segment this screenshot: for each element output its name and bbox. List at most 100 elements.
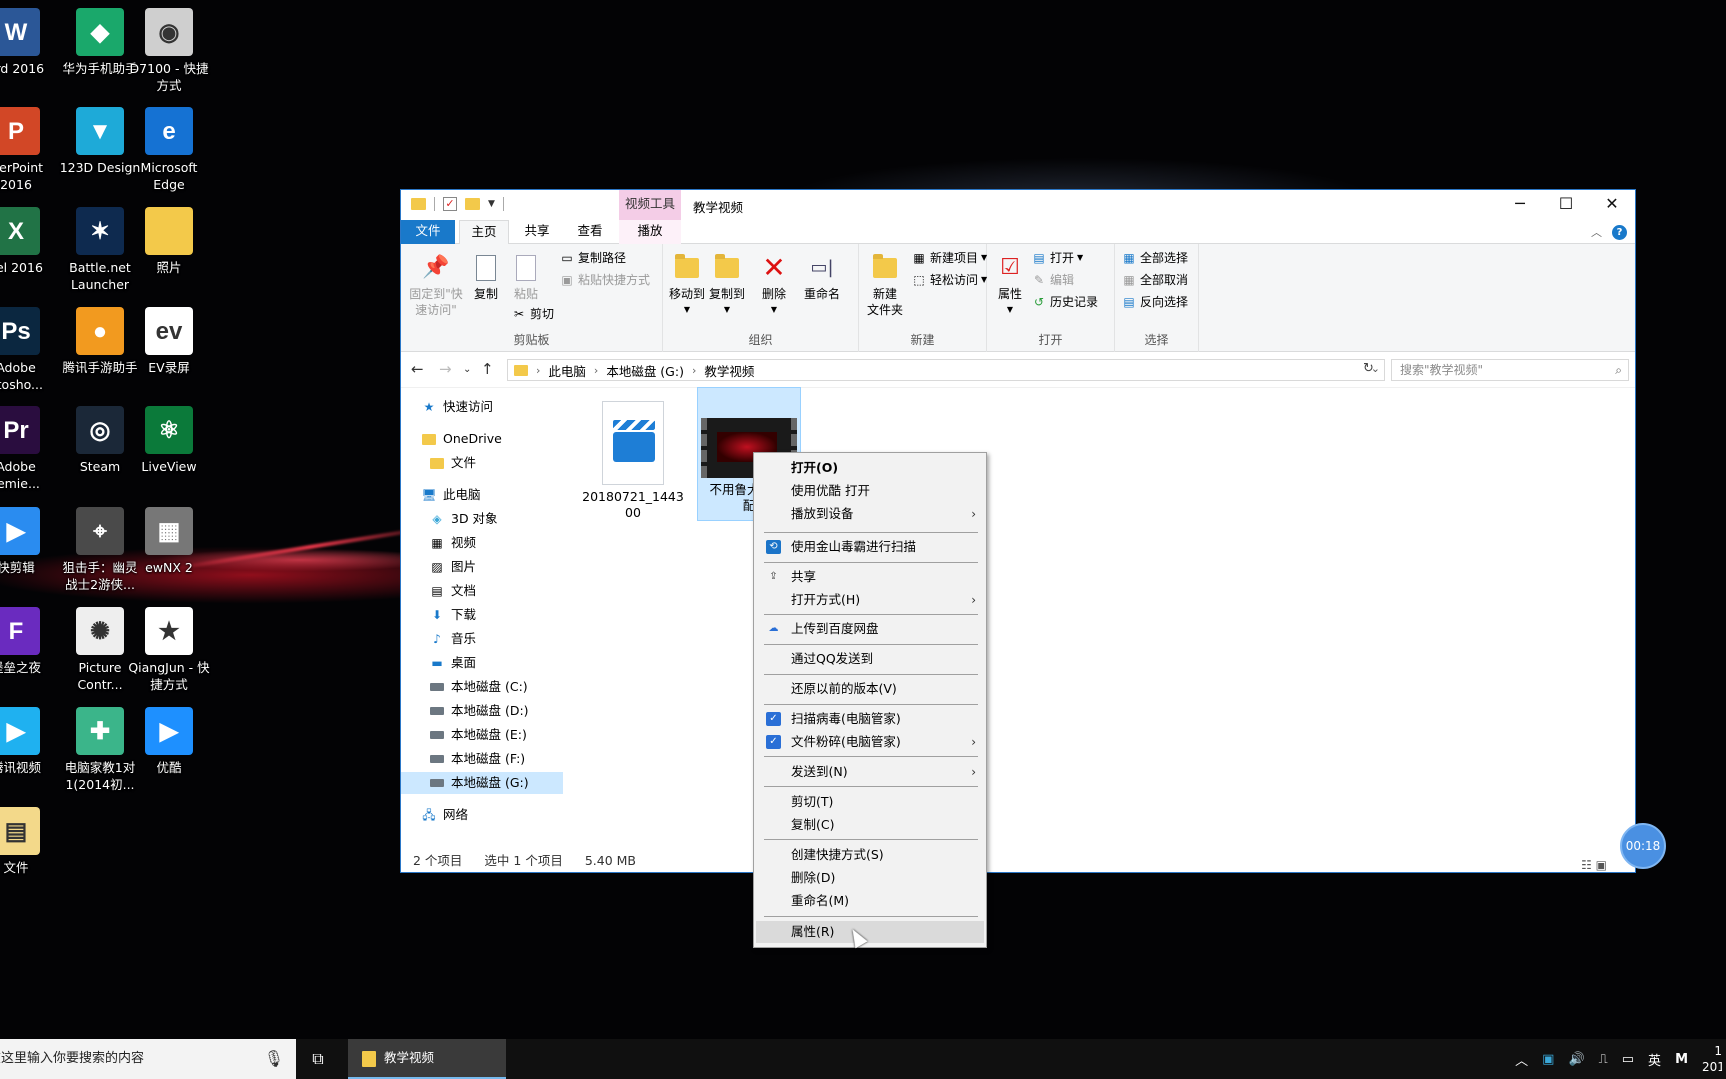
desktop-icon-documents-folder[interactable]: ▤ 文件	[0, 807, 58, 876]
taskbar-search-input[interactable]: 在这里输入你要搜索的内容 🎙	[0, 1039, 296, 1079]
menu-item-rename[interactable]: 重命名(M)	[756, 890, 984, 912]
up-arrow-icon[interactable]: ↑	[481, 360, 494, 378]
qat-dropdown-icon[interactable]: ▼	[488, 199, 495, 209]
desktop-icon-folder[interactable]: 照片	[127, 207, 211, 276]
nav-this-pc[interactable]: 🖥 此电脑	[421, 484, 480, 506]
nav-videos[interactable]: ▦ 视频	[429, 532, 476, 554]
action-center-icon[interactable]: ▭	[1622, 1052, 1634, 1067]
menu-item-cut[interactable]: 剪切(T)	[756, 791, 984, 813]
tab-view[interactable]: 查看	[567, 220, 613, 244]
nav-downloads[interactable]: ⬇ 下载	[429, 604, 476, 626]
breadcrumb-current[interactable]: 教学视频	[704, 361, 754, 380]
menu-item-baidu[interactable]: ☁ 上传到百度网盘	[756, 618, 984, 640]
nav-drive-d[interactable]: 本地磁盘 (D:)	[429, 700, 529, 722]
view-toggle-icons[interactable]: ☷ ▣	[1581, 854, 1607, 876]
minimize-button[interactable]: ─	[1497, 190, 1543, 220]
nav-drive-c[interactable]: 本地磁盘 (C:)	[429, 676, 528, 698]
desktop-icon-viewnx[interactable]: ▦ ewNX 2	[127, 507, 211, 576]
new-folder-icon[interactable]	[465, 198, 480, 210]
menu-item-open[interactable]: 打开(O)	[756, 457, 984, 479]
menu-item-open-youku[interactable]: 使用优酷 打开	[756, 480, 984, 502]
paste-button[interactable]: 粘贴	[509, 252, 543, 302]
address-bar[interactable]: › 此电脑 › 本地磁盘 (G:) › 教学视频 ⌄	[507, 359, 1385, 381]
microphone-icon[interactable]: 🎙	[264, 1039, 284, 1079]
properties-button[interactable]: ☑ 属性 ▼	[993, 252, 1027, 318]
menu-item-scan-virus[interactable]: ✓ 扫描病毒(电脑管家)	[756, 708, 984, 730]
desktop-icon-edge[interactable]: e Microsoft Edge	[127, 107, 211, 193]
cut-button[interactable]: ✂ 剪切	[511, 306, 554, 322]
nav-drive-e[interactable]: 本地磁盘 (E:)	[429, 724, 527, 746]
delete-button[interactable]: ✕ 删除 ▼	[757, 252, 791, 318]
tab-share[interactable]: 共享	[515, 220, 559, 244]
desktop-icon-youku[interactable]: ▶ 优酷	[127, 707, 211, 776]
volume-icon[interactable]: 🔊	[1568, 1052, 1584, 1067]
invert-selection-button[interactable]: ▤ 反向选择	[1121, 294, 1188, 310]
copy-button[interactable]: 复制	[469, 252, 503, 302]
menu-item-share[interactable]: ⇪ 共享	[756, 566, 984, 588]
menu-item-send-to[interactable]: 发送到(N) ›	[756, 761, 984, 783]
desktop-icon-ev-recorder[interactable]: ev EV录屏	[127, 307, 211, 376]
m-app-icon[interactable]: M	[1675, 1052, 1688, 1067]
select-all-button[interactable]: ▦ 全部选择	[1121, 250, 1188, 266]
recording-timer[interactable]: 00:18	[1620, 823, 1666, 869]
menu-item-shred[interactable]: ✓ 文件粉碎(电脑管家) ›	[756, 731, 984, 753]
nav-desktop[interactable]: ▬ 桌面	[429, 652, 476, 674]
properties-check-icon[interactable]: ✓	[443, 197, 457, 211]
edit-button[interactable]: ✎ 编辑	[1031, 272, 1074, 288]
select-none-button[interactable]: ▦ 全部取消	[1121, 272, 1188, 288]
file-item[interactable]: 20180721_144300	[581, 395, 685, 521]
move-to-button[interactable]: 移动到 ▼	[667, 252, 707, 318]
nav-drive-f[interactable]: 本地磁盘 (F:)	[429, 748, 525, 770]
maximize-button[interactable]: ☐	[1543, 190, 1589, 220]
desktop-icon-premiere[interactable]: Pr Adobe remie...	[0, 406, 58, 492]
back-arrow-icon[interactable]: ←	[411, 360, 424, 378]
easy-access-button[interactable]: ⬚ 轻松访问 ▼	[911, 272, 987, 288]
title-bar[interactable]: ✓ ▼ 视频工具 教学视频 ─ ☐ ✕	[401, 190, 1635, 220]
menu-item-restore[interactable]: 还原以前的版本(V)	[756, 678, 984, 700]
close-button[interactable]: ✕	[1589, 190, 1635, 220]
nav-onedrive-docs[interactable]: 文件	[429, 452, 476, 474]
clock[interactable]: 1 201	[1702, 1043, 1722, 1075]
tab-home[interactable]: 主页	[459, 220, 509, 245]
recent-locations-icon[interactable]: ⌄	[463, 364, 471, 375]
copy-to-button[interactable]: 复制到 ▼	[707, 252, 747, 318]
desktop-icon-kuaijianji[interactable]: ▶ 快剪辑	[0, 507, 58, 576]
menu-item-qq[interactable]: 通过QQ发送到	[756, 648, 984, 670]
menu-item-cast[interactable]: 播放到设备 ›	[756, 503, 984, 525]
ime-indicator[interactable]: 英	[1648, 1050, 1661, 1069]
tab-play[interactable]: 播放	[619, 220, 681, 244]
collapse-ribbon-icon[interactable]: ︿	[1591, 224, 1602, 240]
desktop-icon-liveview[interactable]: ⚛ LiveView	[127, 406, 211, 475]
desktop-icon-powerpoint[interactable]: PwerPoint 2016	[0, 107, 58, 193]
task-view-icon[interactable]: ⧉	[306, 1047, 330, 1071]
breadcrumb-this-pc[interactable]: 此电脑	[548, 361, 586, 380]
menu-item-create-shortcut[interactable]: 创建快捷方式(S)	[756, 844, 984, 866]
menu-item-open-with[interactable]: 打开方式(H) ›	[756, 589, 984, 611]
rename-button[interactable]: ▭| 重命名	[799, 252, 845, 302]
menu-item-copy[interactable]: 复制(C)	[756, 814, 984, 836]
desktop-icon-tencent-video[interactable]: ▶ 腾讯视频	[0, 707, 58, 776]
nav-3d-objects[interactable]: ◈ 3D 对象	[429, 508, 497, 530]
tray-app-icon[interactable]: ▣	[1542, 1052, 1554, 1067]
nav-quick-access[interactable]: ★ 快速访问	[421, 396, 493, 418]
refresh-icon[interactable]: ↻	[1363, 361, 1374, 376]
nav-onedrive[interactable]: OneDrive	[421, 428, 502, 450]
paste-shortcut-button[interactable]: ▣ 粘贴快捷方式	[559, 272, 650, 288]
network-icon[interactable]: ⎍	[1599, 1052, 1608, 1067]
copy-path-button[interactable]: ▭ 复制路径	[559, 250, 626, 266]
desktop-icon-camera[interactable]: ◉ D7100 - 快捷方式	[127, 8, 211, 94]
menu-item-delete[interactable]: 删除(D)	[756, 867, 984, 889]
desktop-icon-qiangjun[interactable]: ★ QiangJun - 快捷方式	[127, 607, 211, 693]
desktop-icon-fortnite[interactable]: F 堡垒之夜	[0, 607, 58, 676]
taskbar-app-explorer[interactable]: 教学视频	[348, 1039, 506, 1079]
nav-music[interactable]: ♪ 音乐	[429, 628, 476, 650]
menu-item-properties[interactable]: 属性(R)	[756, 921, 984, 943]
new-item-button[interactable]: ▦ 新建项目 ▼	[911, 250, 987, 266]
history-button[interactable]: ↺ 历史记录	[1031, 294, 1098, 310]
menu-item-scan-kingsoft[interactable]: ⟲ 使用金山毒霸进行扫描	[756, 536, 984, 558]
tab-file[interactable]: 文件	[401, 220, 455, 244]
desktop-icon-word[interactable]: Word 2016	[0, 8, 58, 77]
chevron-up-icon[interactable]: ︿	[1515, 1050, 1528, 1069]
forward-arrow-icon[interactable]: →	[439, 360, 452, 378]
open-button[interactable]: ▤ 打开 ▼	[1031, 250, 1083, 266]
